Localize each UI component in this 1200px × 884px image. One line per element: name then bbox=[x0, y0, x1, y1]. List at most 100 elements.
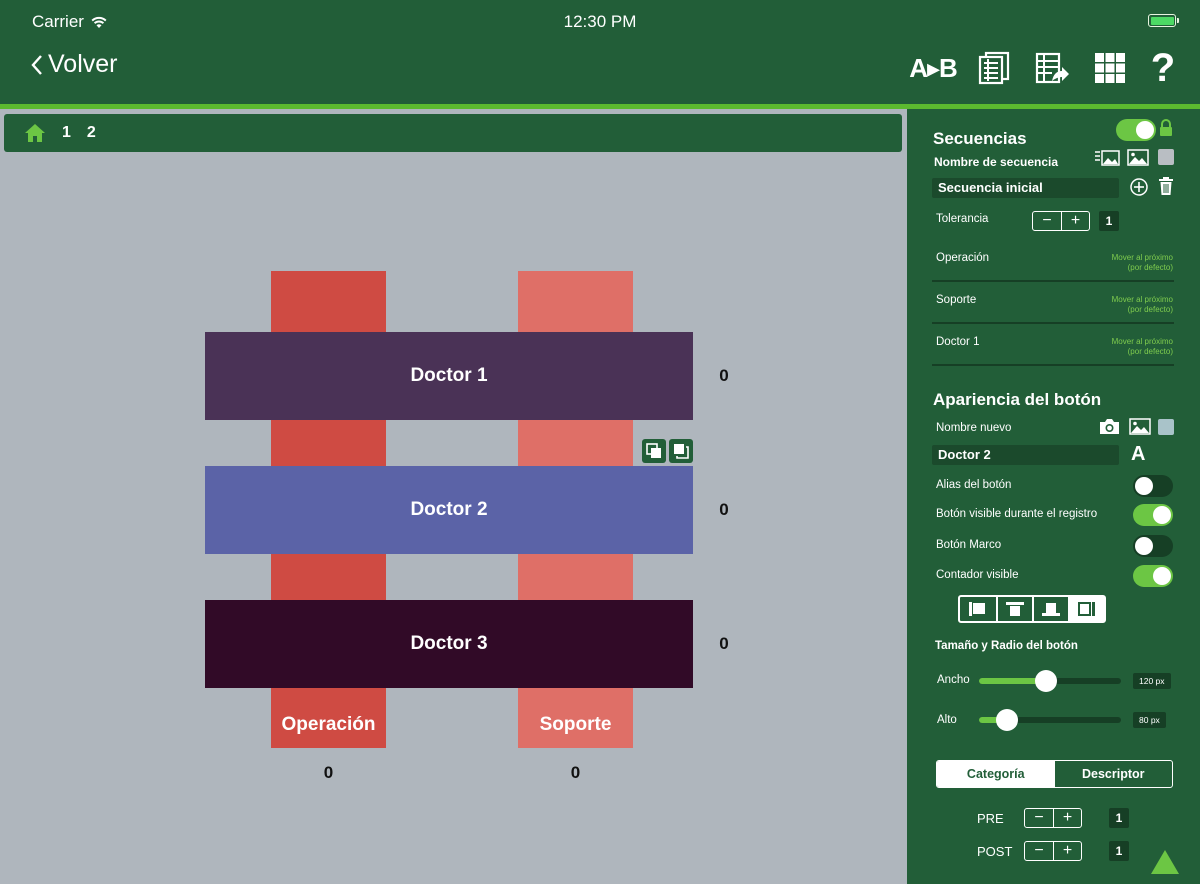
alias-toggle[interactable] bbox=[1133, 475, 1173, 497]
sequence-item-label[interactable]: Doctor 1 bbox=[936, 336, 979, 348]
back-button[interactable]: Volver bbox=[30, 50, 117, 79]
button-color-swatch[interactable] bbox=[1158, 419, 1174, 435]
tolerancia-stepper: − + bbox=[1032, 211, 1090, 231]
row-label: Doctor 3 bbox=[410, 633, 488, 654]
counter-visible-toggle[interactable] bbox=[1133, 565, 1173, 587]
column-label: Operación bbox=[281, 714, 376, 735]
sequence-color-swatch[interactable] bbox=[1158, 149, 1174, 165]
duplicate-icon bbox=[646, 443, 661, 458]
tolerancia-value: 1 bbox=[1099, 211, 1119, 231]
align-right-icon bbox=[1078, 602, 1095, 616]
row-counter-doctor-2: 0 bbox=[719, 500, 729, 519]
new-name-label: Nombre nuevo bbox=[936, 422, 1012, 434]
sequence-item-default[interactable]: Mover al próximo (por defecto) bbox=[1112, 253, 1173, 273]
row-button-doctor-3[interactable]: Doctor 3 bbox=[205, 600, 693, 688]
toggle-label: Botón Marco bbox=[936, 539, 1002, 551]
grid-view-button[interactable] bbox=[1090, 48, 1130, 88]
toggle-label: Contador visible bbox=[936, 569, 1019, 581]
sequence-item-default[interactable]: Mover al próximo (por defecto) bbox=[1112, 337, 1173, 357]
back-label: Volver bbox=[48, 50, 118, 78]
tolerancia-decrement[interactable]: − bbox=[1033, 212, 1061, 230]
height-label: Alto bbox=[937, 714, 957, 726]
ab-swap-icon: A▸B bbox=[909, 52, 958, 83]
counter-position-group bbox=[958, 595, 1106, 623]
trash-icon[interactable] bbox=[1158, 176, 1174, 196]
pre-increment[interactable]: + bbox=[1053, 809, 1081, 827]
breadcrumb-item-1[interactable]: 1 bbox=[62, 124, 71, 142]
align-right-button[interactable] bbox=[1068, 597, 1104, 621]
button-name-field[interactable]: Doctor 2 bbox=[932, 445, 1119, 465]
copy-button[interactable] bbox=[669, 439, 693, 463]
toggle-label: Alias del botón bbox=[936, 479, 1012, 491]
post-decrement[interactable]: − bbox=[1025, 842, 1053, 860]
image-sequence-icon[interactable] bbox=[1094, 148, 1120, 168]
sequence-item-default[interactable]: Mover al próximo (por defecto) bbox=[1112, 295, 1173, 315]
sequence-item-default-line1: Mover al próximo bbox=[1111, 253, 1173, 262]
camera-icon[interactable] bbox=[1099, 418, 1120, 435]
row-label: Doctor 1 bbox=[410, 365, 488, 386]
secuencias-toggle[interactable] bbox=[1116, 119, 1156, 141]
sequence-item-default-line2: (por defecto) bbox=[1127, 305, 1173, 314]
copy-icon bbox=[674, 444, 689, 459]
duplicate-button[interactable] bbox=[642, 439, 666, 463]
visible-during-recording-toggle[interactable] bbox=[1133, 504, 1173, 526]
align-bottom-button[interactable] bbox=[1032, 597, 1068, 621]
row-button-doctor-2[interactable]: Doctor 2 bbox=[205, 466, 693, 554]
frame-button-toggle[interactable] bbox=[1133, 535, 1173, 557]
sequence-item-label[interactable]: Soporte bbox=[936, 294, 976, 306]
help-button[interactable]: ? bbox=[1148, 45, 1178, 90]
post-increment[interactable]: + bbox=[1053, 842, 1081, 860]
apariencia-title: Apariencia del botón bbox=[933, 390, 1102, 409]
sequence-item-default-line2: (por defecto) bbox=[1127, 263, 1173, 272]
post-value: 1 bbox=[1109, 841, 1129, 861]
width-slider-knob[interactable] bbox=[1034, 670, 1057, 692]
column-counter-operacion: 0 bbox=[323, 763, 334, 782]
settings-panel: Secuencias Nombre de secuencia Secuencia… bbox=[907, 109, 1200, 884]
tolerancia-label: Tolerancia bbox=[936, 213, 989, 225]
tolerancia-increment[interactable]: + bbox=[1061, 212, 1089, 230]
height-slider[interactable] bbox=[979, 709, 1121, 731]
row-button-doctor-1[interactable]: Doctor 1 bbox=[205, 332, 693, 420]
row-label: Doctor 2 bbox=[410, 499, 488, 520]
app-header: Carrier 12:30 PM Volver A▸B ? bbox=[0, 0, 1200, 104]
image-icon[interactable] bbox=[1127, 149, 1149, 166]
tab-descriptor[interactable]: Descriptor bbox=[1055, 761, 1173, 787]
column-counter-soporte: 0 bbox=[570, 763, 581, 782]
height-slider-knob[interactable] bbox=[996, 709, 1019, 731]
divider bbox=[932, 322, 1174, 324]
export-table-button[interactable] bbox=[1032, 48, 1072, 88]
status-time: 12:30 PM bbox=[563, 12, 637, 31]
help-icon: ? bbox=[1150, 45, 1176, 90]
lock-icon[interactable] bbox=[1159, 119, 1173, 137]
height-value: 80 px bbox=[1133, 712, 1166, 728]
breadcrumb-item-2[interactable]: 2 bbox=[87, 124, 96, 142]
add-sequence-icon[interactable] bbox=[1130, 178, 1148, 196]
collapse-triangle-icon[interactable] bbox=[1150, 849, 1180, 875]
pre-decrement[interactable]: − bbox=[1025, 809, 1053, 827]
toolbar: A▸B ? bbox=[909, 45, 1178, 90]
toggle-label: Botón visible durante el registro bbox=[936, 508, 1098, 520]
category-descriptor-tabs: Categoría Descriptor bbox=[936, 760, 1173, 788]
ab-swap-button[interactable]: A▸B bbox=[909, 48, 958, 88]
grid-icon bbox=[1095, 53, 1125, 83]
selection-actions bbox=[642, 439, 693, 463]
font-style-button[interactable]: A bbox=[1131, 443, 1145, 466]
sequence-item-label[interactable]: Operación bbox=[936, 252, 989, 264]
size-title: Tamaño y Radio del botón bbox=[935, 640, 1078, 652]
align-top-button[interactable] bbox=[996, 597, 1032, 621]
home-icon[interactable] bbox=[24, 123, 46, 143]
divider bbox=[932, 280, 1174, 282]
divider bbox=[932, 364, 1174, 366]
document-list-button[interactable] bbox=[974, 48, 1014, 88]
width-label: Ancho bbox=[937, 674, 970, 686]
sequence-name-field[interactable]: Secuencia inicial bbox=[932, 178, 1119, 198]
tab-categoria[interactable]: Categoría bbox=[937, 761, 1055, 787]
width-slider[interactable] bbox=[979, 670, 1121, 692]
image-icon[interactable] bbox=[1129, 418, 1151, 435]
sequence-item-default-line2: (por defecto) bbox=[1127, 347, 1173, 356]
chevron-left-icon bbox=[31, 54, 42, 75]
align-left-button[interactable] bbox=[960, 597, 996, 621]
document-list-icon bbox=[978, 51, 1010, 85]
align-left-icon bbox=[969, 602, 985, 616]
post-stepper: − + bbox=[1024, 841, 1082, 861]
